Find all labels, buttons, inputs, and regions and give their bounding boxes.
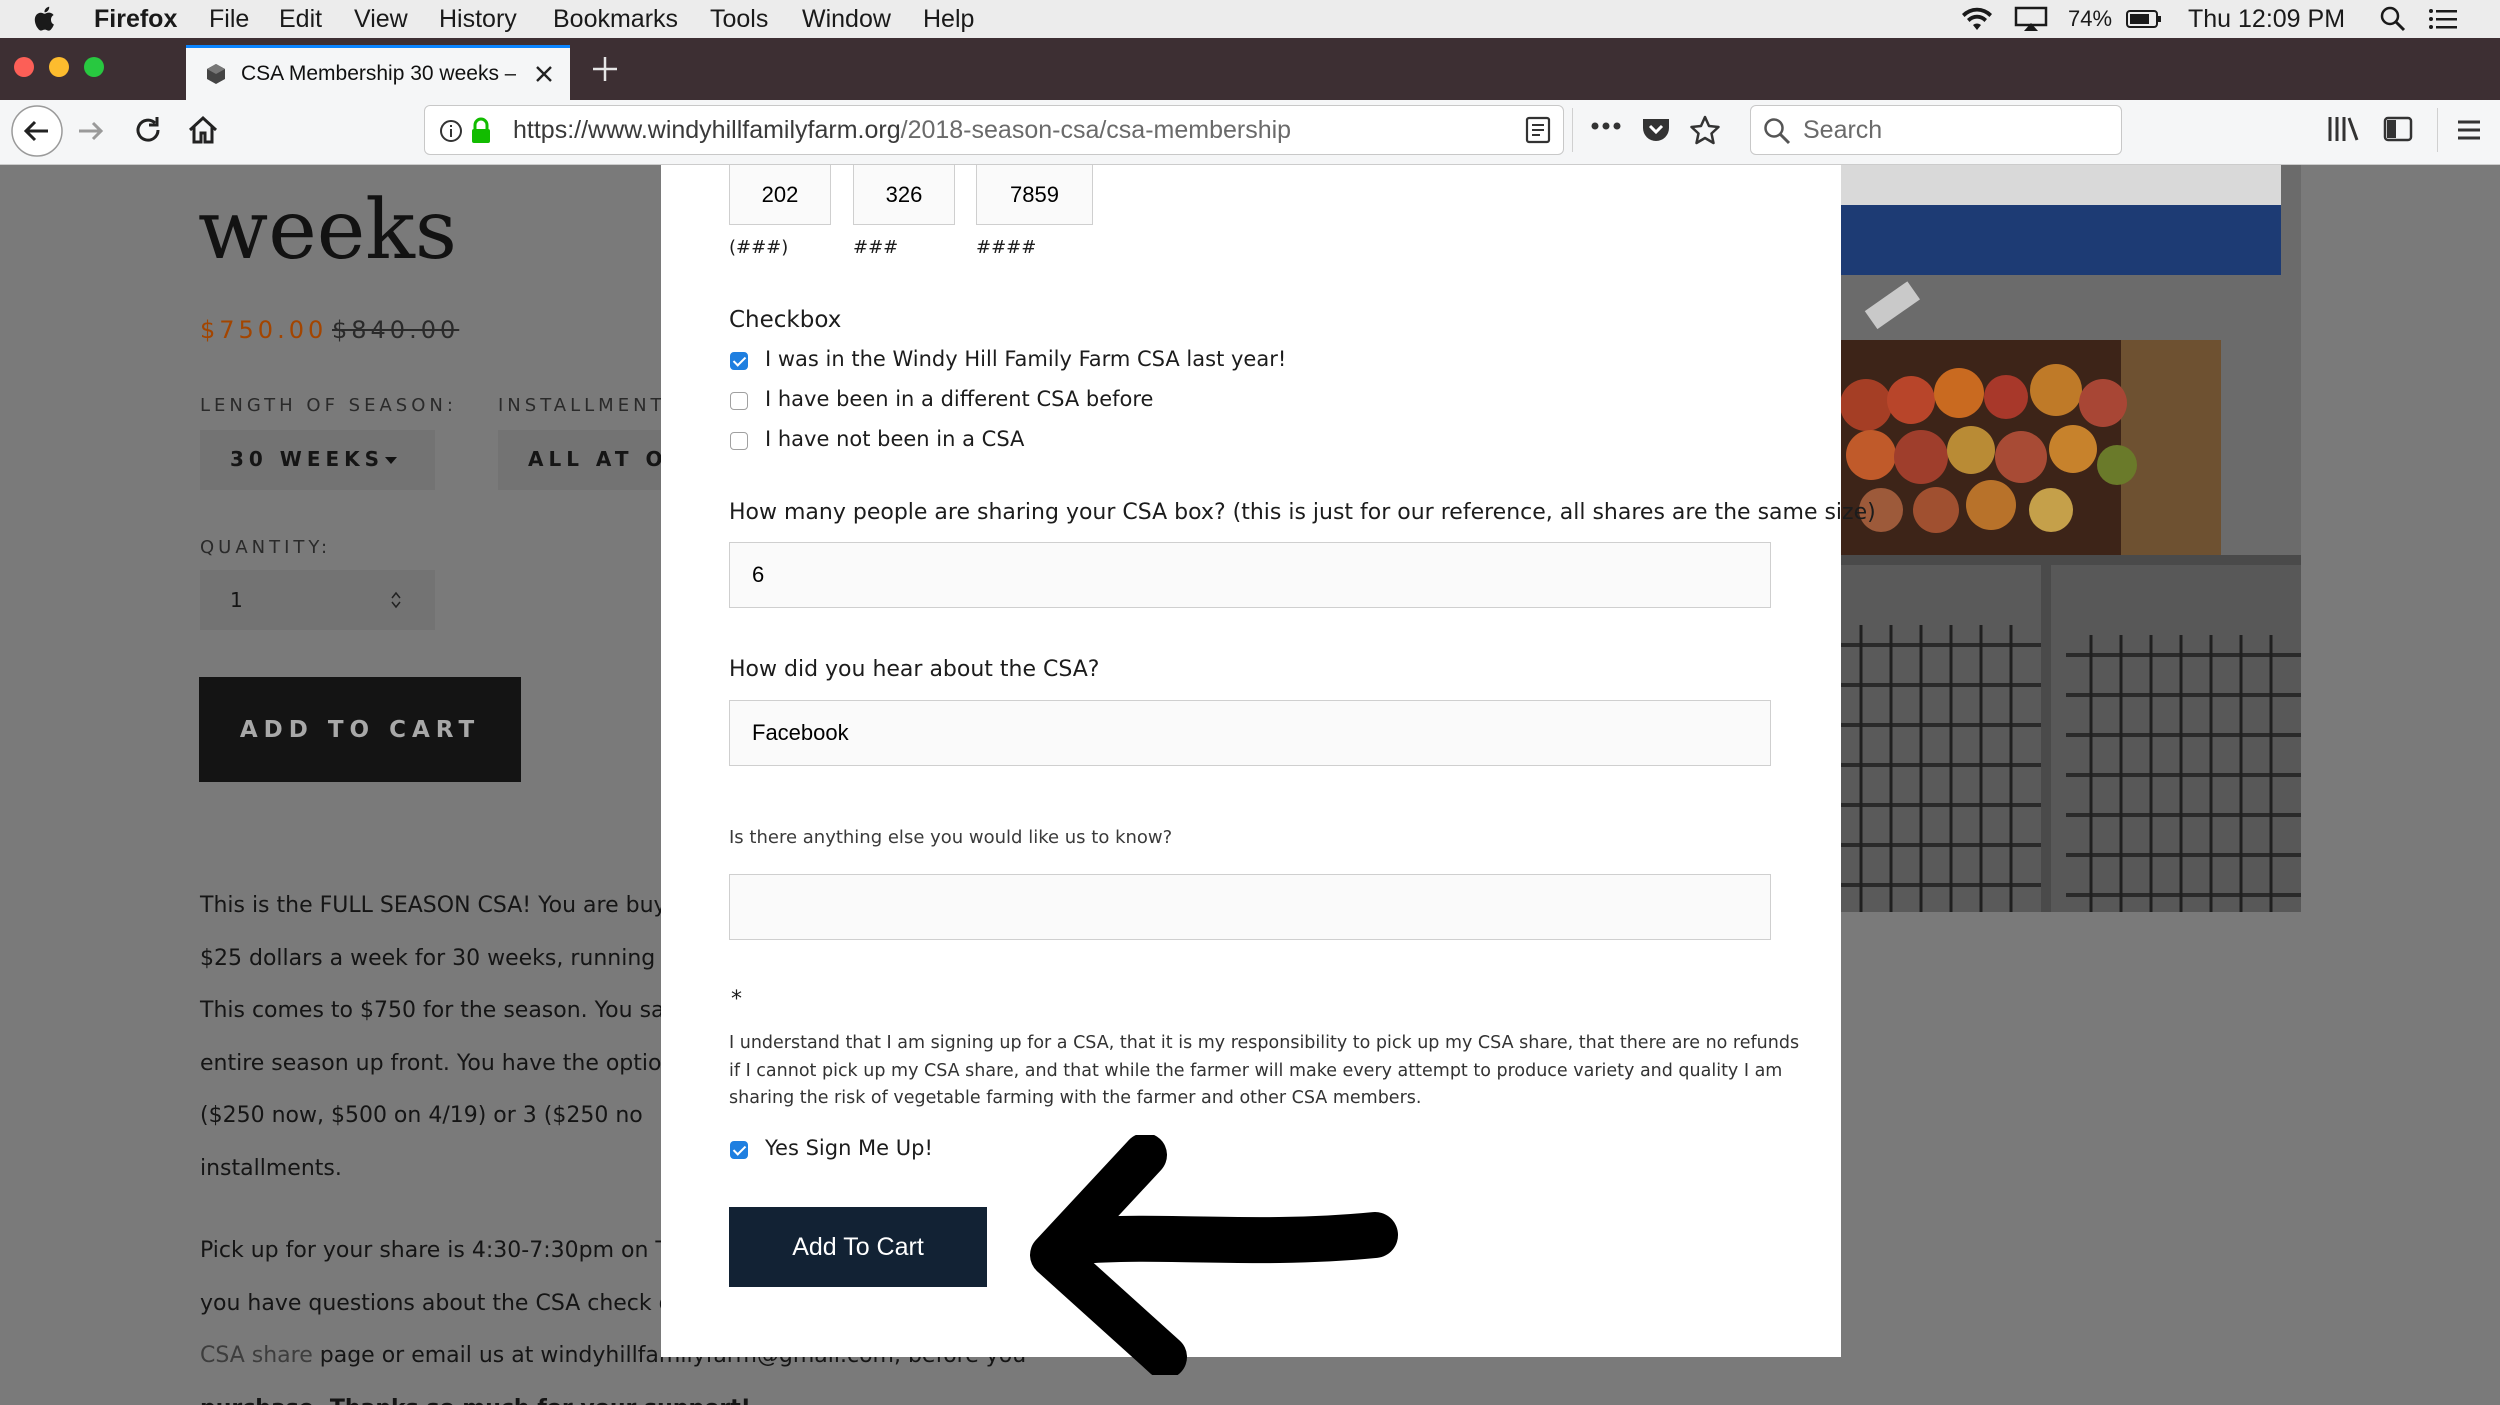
- submit-add-to-cart-button[interactable]: Add To Cart: [729, 1207, 987, 1287]
- checkbox-was-member-label: I was in the Windy Hill Family Farm CSA …: [765, 347, 1287, 371]
- anything-else-textarea[interactable]: [729, 874, 1771, 940]
- length-of-season-value: 30 WEEKS: [230, 447, 385, 471]
- sharing-question-label: How many people are sharing your CSA box…: [729, 500, 1876, 525]
- reload-icon[interactable]: [132, 114, 164, 146]
- agreement-line: sharing the risk of vegetable farming wi…: [729, 1088, 1422, 1108]
- search-placeholder: Search: [1803, 116, 1883, 144]
- product-title: weeks: [198, 183, 458, 278]
- forward-icon[interactable]: [76, 116, 106, 146]
- window-close-button[interactable]: [14, 57, 34, 77]
- agree-checkbox[interactable]: [730, 1141, 748, 1159]
- bookmark-star-icon[interactable]: [1689, 114, 1721, 146]
- product-description: This is the FULL SEASON CSA! You are buy…: [200, 880, 691, 1195]
- required-asterisk: *: [731, 987, 742, 1012]
- description-line: This is the FULL SEASON CSA! You are buy…: [200, 893, 673, 918]
- annotation-arrow: [1020, 1133, 1410, 1379]
- menu-bookmarks[interactable]: Bookmarks: [553, 0, 678, 38]
- produce-photo: [1840, 165, 2301, 912]
- macos-menubar: Firefox File Edit View History Bookmarks…: [0, 0, 2500, 39]
- anything-else-label: Is there anything else you would like us…: [729, 827, 1173, 848]
- installments-value: ALL AT ON: [528, 447, 661, 471]
- menu-history[interactable]: History: [439, 0, 517, 38]
- site-favicon-icon: [204, 62, 228, 86]
- phone-prefix-hint: ###: [853, 237, 899, 258]
- toolbar-separator-2: [2437, 108, 2438, 152]
- menu-view[interactable]: View: [354, 0, 408, 38]
- description-line: ($250 now, $500 on 4/19) or 3 ($250 no: [200, 1103, 643, 1128]
- checkbox-was-member[interactable]: [730, 352, 748, 370]
- window-zoom-button[interactable]: [84, 57, 104, 77]
- agreement-line: if I cannot pick up my CSA share, and th…: [729, 1060, 1783, 1081]
- description-line: $25 dollars a week for 30 weeks, running…: [200, 945, 671, 971]
- quantity-value: 1: [230, 588, 243, 612]
- phone-line-field[interactable]: 7859: [976, 165, 1093, 225]
- menu-edit[interactable]: Edit: [279, 0, 322, 38]
- reader-view-icon[interactable]: [1525, 116, 1551, 144]
- url-path: /2018-season-csa/csa-membership: [900, 116, 1292, 144]
- hear-about-input[interactable]: Facebook: [729, 700, 1771, 766]
- csa-share-link[interactable]: CSA share: [200, 1343, 313, 1368]
- menu-help[interactable]: Help: [923, 0, 974, 38]
- tab-title: CSA Membership 30 weeks — W: [241, 62, 516, 85]
- chevron-down-icon: [384, 456, 398, 465]
- sidebar-toggle-icon[interactable]: [2383, 115, 2413, 143]
- add-to-cart-label: ADD TO CART: [239, 716, 481, 743]
- installments-select[interactable]: ALL AT ON: [498, 430, 661, 490]
- search-bar[interactable]: Search: [1750, 105, 2122, 155]
- home-icon[interactable]: [186, 113, 220, 147]
- window-minimize-button[interactable]: [49, 57, 69, 77]
- agreement-line: I understand that I am signing up for a …: [729, 1033, 1800, 1053]
- url-bar[interactable]: https://www.windyhillfamilyfarm.org/2018…: [424, 105, 1564, 155]
- tab-close-icon[interactable]: [534, 64, 554, 84]
- add-to-cart-button-background[interactable]: ADD TO CART: [199, 677, 521, 782]
- site-info-icon[interactable]: [439, 119, 463, 143]
- phone-line-hint: ####: [976, 237, 1037, 258]
- checkbox-different-csa[interactable]: [730, 392, 748, 410]
- app-menu-firefox[interactable]: Firefox: [94, 0, 177, 38]
- new-tab-plus-icon[interactable]: [591, 55, 619, 83]
- menu-tools[interactable]: Tools: [710, 0, 768, 38]
- checkbox-never-csa[interactable]: [730, 432, 748, 450]
- agreement-text: I understand that I am signing up for a …: [729, 1030, 1799, 1113]
- checkbox-never-csa-label: I have not been in a CSA: [765, 427, 1025, 451]
- sharing-count-input[interactable]: 6: [729, 542, 1771, 608]
- tab-active[interactable]: CSA Membership 30 weeks — W: [186, 45, 570, 100]
- sale-price: $750.00: [200, 316, 328, 344]
- url-domain: https://www.windyhillfamilyfarm.org: [513, 116, 901, 144]
- hear-question-label: How did you hear about the CSA?: [729, 657, 1100, 682]
- agree-checkbox-label: Yes Sign Me Up!: [765, 1136, 933, 1160]
- back-icon[interactable]: [10, 104, 64, 158]
- page-actions-more-icon[interactable]: [1590, 120, 1622, 132]
- battery-percent: 74%: [2068, 6, 2113, 31]
- description-line: This comes to $750 for the season. You s…: [200, 998, 692, 1023]
- length-of-season-select[interactable]: 30 WEEKS: [200, 430, 435, 490]
- clock[interactable]: Thu 12:09 PM: [2188, 0, 2345, 38]
- menu-window[interactable]: Window: [802, 0, 891, 38]
- checkbox-group-title: Checkbox: [729, 307, 842, 333]
- phone-area-code-field[interactable]: 202: [729, 165, 831, 225]
- description-line: entire season up front. You have the opt…: [200, 1050, 692, 1076]
- length-of-season-label: LENGTH OF SEASON:: [200, 395, 457, 416]
- url-text: https://www.windyhillfamilyfarm.org/2018…: [513, 106, 1291, 154]
- quantity-label: QUANTITY:: [200, 537, 332, 558]
- search-icon: [1763, 117, 1791, 145]
- pickup-line: purchase. Thanks so much for your suppor…: [200, 1383, 1026, 1405]
- checkbox-different-csa-label: I have been in a different CSA before: [765, 387, 1154, 411]
- library-icon[interactable]: [2327, 115, 2359, 143]
- quantity-stepper[interactable]: 1: [200, 570, 435, 630]
- stepper-arrows-icon[interactable]: [390, 589, 402, 611]
- submit-add-to-cart-label: Add To Cart: [792, 1232, 924, 1261]
- hamburger-menu-icon[interactable]: [2455, 118, 2483, 142]
- description-line: installments.: [200, 1155, 342, 1181]
- secure-lock-icon[interactable]: [470, 117, 492, 145]
- pocket-icon[interactable]: [1641, 116, 1671, 144]
- menu-file[interactable]: File: [209, 0, 249, 38]
- original-price: $840.00: [332, 316, 460, 344]
- phone-area-hint: (###): [729, 237, 789, 258]
- installments-label: INSTALLMENTS: [498, 395, 681, 416]
- phone-prefix-field[interactable]: 326: [853, 165, 955, 225]
- toolbar-separator: [1572, 108, 1573, 152]
